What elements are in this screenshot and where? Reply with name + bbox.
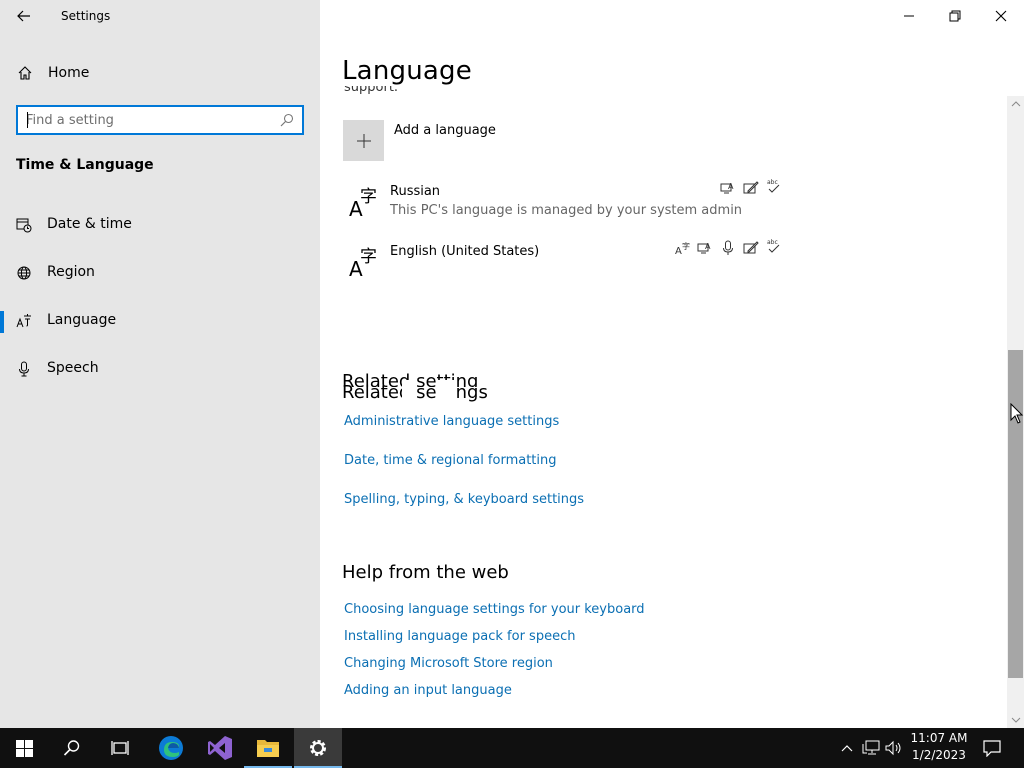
link-installing-language-pack[interactable]: Installing language pack for speech bbox=[344, 629, 575, 644]
search-icon bbox=[63, 740, 80, 756]
sidebar-item-label: Date & time bbox=[47, 216, 132, 232]
scroll-up-arrow-icon[interactable] bbox=[1009, 98, 1023, 110]
svg-text:字: 字 bbox=[360, 247, 377, 267]
restore-button[interactable] bbox=[932, 0, 978, 32]
calendar-clock-icon bbox=[16, 218, 32, 233]
language-pack-icon: A字 bbox=[675, 241, 690, 256]
back-arrow-icon bbox=[17, 10, 30, 22]
taskbar-visual-studio[interactable] bbox=[196, 728, 244, 768]
language-glyph-icon: A字 bbox=[349, 247, 377, 278]
task-view-icon bbox=[111, 741, 129, 755]
related-settings-heading-text: Related settings bbox=[342, 382, 488, 403]
file-explorer-icon bbox=[257, 740, 279, 757]
display-language-icon: A bbox=[697, 242, 711, 254]
scrollbar-thumb[interactable] bbox=[1008, 350, 1023, 678]
app-title: Settings bbox=[61, 9, 111, 23]
link-choosing-language-settings[interactable]: Choosing language settings for your keyb… bbox=[344, 602, 645, 617]
search-box[interactable] bbox=[16, 105, 304, 135]
sidebar-item-label: Language bbox=[47, 312, 117, 328]
taskbar-settings[interactable] bbox=[294, 728, 342, 768]
related-settings-heading: Related settings bbox=[342, 380, 488, 403]
edge-icon bbox=[159, 736, 183, 760]
microphone-icon bbox=[19, 361, 29, 377]
active-indicator bbox=[0, 311, 4, 333]
svg-text:字: 字 bbox=[360, 187, 377, 207]
sidebar-item-language[interactable]: Language bbox=[0, 301, 320, 341]
language-item-russian[interactable]: A字 Russian This PC's language is managed… bbox=[343, 179, 783, 228]
handwriting-icon bbox=[743, 241, 759, 254]
truncated-description: support. bbox=[344, 86, 399, 95]
sidebar-item-label: Region bbox=[47, 264, 95, 280]
taskbar-file-explorer[interactable] bbox=[244, 728, 292, 768]
taskbar-clock[interactable]: 11:07 AM 1/2/2023 bbox=[906, 730, 972, 766]
notification-icon bbox=[983, 740, 1001, 757]
taskbar-edge[interactable] bbox=[147, 728, 195, 768]
network-button[interactable] bbox=[860, 728, 882, 768]
globe-icon bbox=[17, 266, 31, 280]
search-input[interactable] bbox=[26, 111, 266, 129]
sidebar-item-date-time[interactable]: Date & time bbox=[0, 205, 320, 245]
language-status: This PC's language is managed by your sy… bbox=[390, 203, 743, 218]
show-hidden-icons-button[interactable] bbox=[838, 728, 856, 768]
handwriting-icon bbox=[743, 181, 759, 194]
link-changing-store-region[interactable]: Changing Microsoft Store region bbox=[344, 656, 553, 671]
svg-text:字: 字 bbox=[682, 241, 690, 251]
svg-text:A: A bbox=[705, 242, 711, 251]
sidebar: Settings Home Time & Language Date & tim… bbox=[0, 0, 320, 728]
link-spelling-typing-keyboard-settings[interactable]: Spelling, typing, & keyboard settings bbox=[344, 492, 584, 507]
chevron-up-icon bbox=[841, 745, 853, 752]
display-language-icon: A bbox=[720, 182, 734, 194]
spellcheck-icon: abc bbox=[767, 179, 780, 193]
visual-studio-icon bbox=[208, 736, 232, 760]
start-button[interactable] bbox=[0, 728, 48, 768]
language-name: Russian bbox=[390, 184, 441, 199]
back-button[interactable] bbox=[12, 4, 36, 28]
spellcheck-icon: abc bbox=[767, 239, 780, 253]
link-date-time-regional-formatting[interactable]: Date, time & regional formatting bbox=[344, 453, 557, 468]
sidebar-item-speech[interactable]: Speech bbox=[0, 349, 320, 389]
svg-text:abc: abc bbox=[767, 179, 778, 186]
text-caret bbox=[27, 112, 28, 128]
help-from-web-heading: Help from the web bbox=[342, 562, 509, 583]
svg-text:A: A bbox=[675, 246, 682, 256]
language-name: English (United States) bbox=[390, 244, 540, 259]
svg-text:A: A bbox=[728, 182, 734, 191]
sidebar-item-label: Speech bbox=[47, 360, 99, 376]
link-administrative-language-settings[interactable]: Administrative language settings bbox=[344, 414, 559, 429]
close-icon bbox=[995, 10, 1007, 22]
add-language-label: Add a language bbox=[394, 123, 496, 138]
plus-icon bbox=[343, 120, 384, 161]
close-button[interactable] bbox=[978, 0, 1024, 32]
language-item-english[interactable]: A字 English (United States) A字 A abc bbox=[343, 239, 783, 288]
start-icon bbox=[15, 739, 33, 757]
taskbar: 11:07 AM 1/2/2023 bbox=[0, 728, 1024, 768]
link-adding-input-language[interactable]: Adding an input language bbox=[344, 683, 512, 698]
settings-icon bbox=[310, 740, 326, 756]
network-icon bbox=[862, 740, 880, 755]
page-title: Language bbox=[342, 56, 472, 86]
volume-button[interactable] bbox=[884, 728, 904, 768]
task-view-button[interactable] bbox=[96, 728, 144, 768]
add-language-button[interactable]: Add a language bbox=[343, 120, 643, 161]
scroll-down-arrow-icon[interactable] bbox=[1009, 714, 1023, 726]
speech-icon bbox=[723, 240, 733, 255]
clock-date: 1/2/2023 bbox=[912, 748, 966, 762]
action-center-button[interactable] bbox=[978, 728, 1006, 768]
home-icon bbox=[18, 66, 32, 80]
minimize-icon bbox=[904, 15, 914, 17]
home-label: Home bbox=[48, 65, 90, 81]
home-nav-item[interactable]: Home bbox=[0, 56, 320, 90]
minimize-button[interactable] bbox=[886, 0, 932, 32]
volume-icon bbox=[885, 740, 901, 756]
sidebar-item-region[interactable]: Region bbox=[0, 253, 320, 293]
language-glyph-icon: A字 bbox=[349, 187, 377, 218]
taskbar-search-button[interactable] bbox=[48, 728, 96, 768]
mouse-cursor-icon bbox=[1010, 403, 1024, 424]
section-title: Time & Language bbox=[16, 157, 154, 173]
language-icon bbox=[16, 314, 31, 328]
svg-text:abc: abc bbox=[767, 239, 778, 246]
search-icon bbox=[280, 113, 294, 127]
clock-time: 11:07 AM bbox=[910, 731, 968, 745]
restore-icon bbox=[949, 10, 961, 22]
